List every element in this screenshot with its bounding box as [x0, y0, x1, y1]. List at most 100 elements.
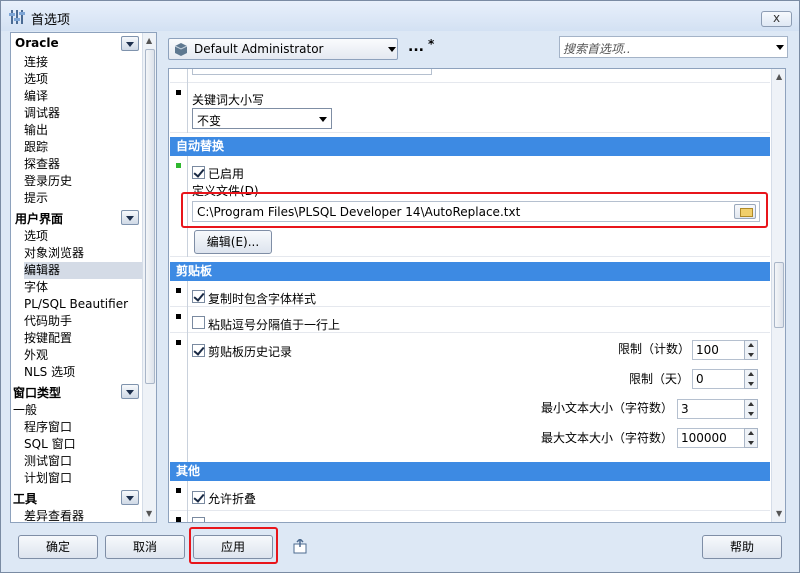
- tree-item[interactable]: 连接: [24, 54, 142, 71]
- clipboard-history-row: 剪贴板历史记录 限制（计数） 100 限制（天） 0 最小文本大小（字符数） 3…: [170, 333, 770, 463]
- allow-fold-label: 允许折叠: [208, 492, 257, 506]
- apply-button[interactable]: 应用: [193, 535, 273, 559]
- section-other: 其他: [170, 462, 770, 481]
- paste-comma-checkbox[interactable]: [192, 316, 205, 329]
- limit-count-stepper[interactable]: [744, 340, 758, 360]
- section-clipboard: 剪贴板: [170, 262, 770, 281]
- max-size-input[interactable]: 100000: [677, 428, 752, 448]
- import-export-icon[interactable]: [291, 539, 309, 555]
- chevron-down-icon: [388, 47, 396, 52]
- max-size-stepper[interactable]: [744, 428, 758, 448]
- tree-item[interactable]: 编译: [24, 88, 142, 105]
- settings-panel: 关键词大小写 不变 自动替换 已启用 定义文件(D) C:\Program Fi…: [168, 68, 786, 523]
- scroll-up-icon[interactable]: ▲: [776, 72, 782, 81]
- limit-days-label: 限制（天）: [629, 372, 690, 386]
- tree-item[interactable]: 探查器: [24, 156, 142, 173]
- tree-item[interactable]: 代码助手: [24, 313, 142, 330]
- min-size-stepper[interactable]: [744, 399, 758, 419]
- tree-item[interactable]: 对象浏览器: [24, 245, 142, 262]
- keyword-case-select[interactable]: 不变: [192, 108, 332, 129]
- tree-item[interactable]: 一般: [13, 402, 131, 419]
- scroll-thumb[interactable]: [774, 262, 784, 328]
- tree-item[interactable]: 计划窗口: [24, 470, 142, 487]
- collapse-icon[interactable]: [121, 210, 139, 225]
- chevron-down-icon[interactable]: [776, 45, 784, 50]
- partial-row: [170, 69, 770, 83]
- tree-item[interactable]: 调试器: [24, 105, 142, 122]
- allow-fold-checkbox[interactable]: [192, 491, 205, 504]
- tree-group-tools[interactable]: 工具: [11, 488, 141, 507]
- spin-down-icon[interactable]: [748, 441, 754, 445]
- autoreplace-enabled-label: 已启用: [208, 167, 245, 181]
- preferences-window: 首选项 x Oracle 连接 选项 编译 调试器 输出 跟踪 探查器 登录历史…: [0, 0, 800, 573]
- allow-fold-row: 允许折叠: [170, 481, 770, 511]
- keyword-case-row: 关键词大小写 不变: [170, 83, 770, 133]
- keyword-case-label: 关键词大小写: [192, 93, 265, 107]
- edit-button[interactable]: 编辑(E)...: [194, 230, 272, 254]
- min-size-label: 最小文本大小（字符数）: [541, 401, 674, 415]
- panel-scrollbar[interactable]: ▲ ▼: [771, 69, 785, 522]
- spin-up-icon[interactable]: [748, 343, 754, 347]
- spin-down-icon[interactable]: [748, 353, 754, 357]
- tree-group-oracle[interactable]: Oracle: [11, 34, 141, 53]
- scroll-up-icon[interactable]: ▲: [146, 36, 152, 45]
- collapse-icon[interactable]: [121, 36, 139, 51]
- tree-item[interactable]: NLS 选项: [24, 364, 142, 381]
- spin-down-icon[interactable]: [748, 382, 754, 386]
- partial-checkbox[interactable]: [192, 517, 205, 522]
- modified-marker: *: [428, 37, 435, 51]
- scroll-down-icon[interactable]: ▼: [776, 509, 782, 518]
- close-button[interactable]: x: [761, 11, 792, 27]
- tree-group-ui[interactable]: 用户界面: [11, 208, 141, 227]
- tree-item[interactable]: 差异查看器: [24, 508, 142, 522]
- tree-item[interactable]: 按键配置: [24, 330, 142, 347]
- help-button[interactable]: 帮助: [702, 535, 782, 559]
- tree-item[interactable]: PL/SQL Beautifier: [24, 296, 142, 313]
- chevron-down-icon: [319, 117, 327, 122]
- preferences-tree: Oracle 连接 选项 编译 调试器 输出 跟踪 探查器 登录历史 提示 用户…: [10, 32, 157, 523]
- partial-row: [170, 511, 770, 522]
- scroll-down-icon[interactable]: ▼: [146, 509, 152, 518]
- autoreplace-enabled-checkbox[interactable]: [192, 166, 205, 179]
- tree-item-selected[interactable]: 编辑器: [24, 262, 142, 279]
- tree-item[interactable]: SQL 窗口: [24, 436, 142, 453]
- preferences-icon: [9, 10, 25, 24]
- tree-item[interactable]: 登录历史: [24, 173, 142, 190]
- section-autoreplace: 自动替换: [170, 137, 770, 156]
- limit-days-input[interactable]: 0: [692, 369, 752, 389]
- paste-comma-label: 粘贴逗号分隔值于一行上: [208, 318, 341, 332]
- tree-item[interactable]: 选项: [24, 228, 142, 245]
- clipboard-history-checkbox[interactable]: [192, 344, 205, 357]
- tree-item[interactable]: 选项: [24, 71, 142, 88]
- tree-scrollbar[interactable]: ▲ ▼: [142, 33, 156, 522]
- profile-select[interactable]: Default Administrator: [168, 38, 398, 60]
- spin-up-icon[interactable]: [748, 372, 754, 376]
- tree-item[interactable]: 程序窗口: [24, 419, 142, 436]
- limit-count-input[interactable]: 100: [692, 340, 752, 360]
- tree-item[interactable]: 测试窗口: [24, 453, 142, 470]
- spin-up-icon[interactable]: [748, 402, 754, 406]
- tree-item[interactable]: 外观: [24, 347, 142, 364]
- cancel-button[interactable]: 取消: [105, 535, 185, 559]
- tree-item[interactable]: 字体: [24, 279, 142, 296]
- spin-up-icon[interactable]: [748, 431, 754, 435]
- limit-days-stepper[interactable]: [744, 369, 758, 389]
- tree-item[interactable]: 提示: [24, 190, 142, 207]
- collapse-icon[interactable]: [121, 490, 139, 505]
- tree-group-window-types[interactable]: 窗口类型: [11, 382, 141, 401]
- scroll-thumb[interactable]: [145, 49, 155, 384]
- tree-item[interactable]: 跟踪: [24, 139, 142, 156]
- copy-font-label: 复制时包含字体样式: [208, 292, 317, 306]
- more-profiles-button[interactable]: ...: [408, 39, 424, 55]
- clipboard-history-label: 剪贴板历史记录: [208, 345, 293, 359]
- search-input[interactable]: 搜索首选项..: [559, 36, 788, 58]
- spin-down-icon[interactable]: [748, 412, 754, 416]
- window-title: 首选项: [31, 13, 71, 28]
- ok-button[interactable]: 确定: [18, 535, 98, 559]
- collapse-icon[interactable]: [121, 384, 139, 399]
- copy-font-row: 复制时包含字体样式: [170, 281, 770, 307]
- min-size-input[interactable]: 3: [677, 399, 752, 419]
- copy-font-checkbox[interactable]: [192, 290, 205, 303]
- profile-icon: [174, 43, 188, 56]
- tree-item[interactable]: 输出: [24, 122, 142, 139]
